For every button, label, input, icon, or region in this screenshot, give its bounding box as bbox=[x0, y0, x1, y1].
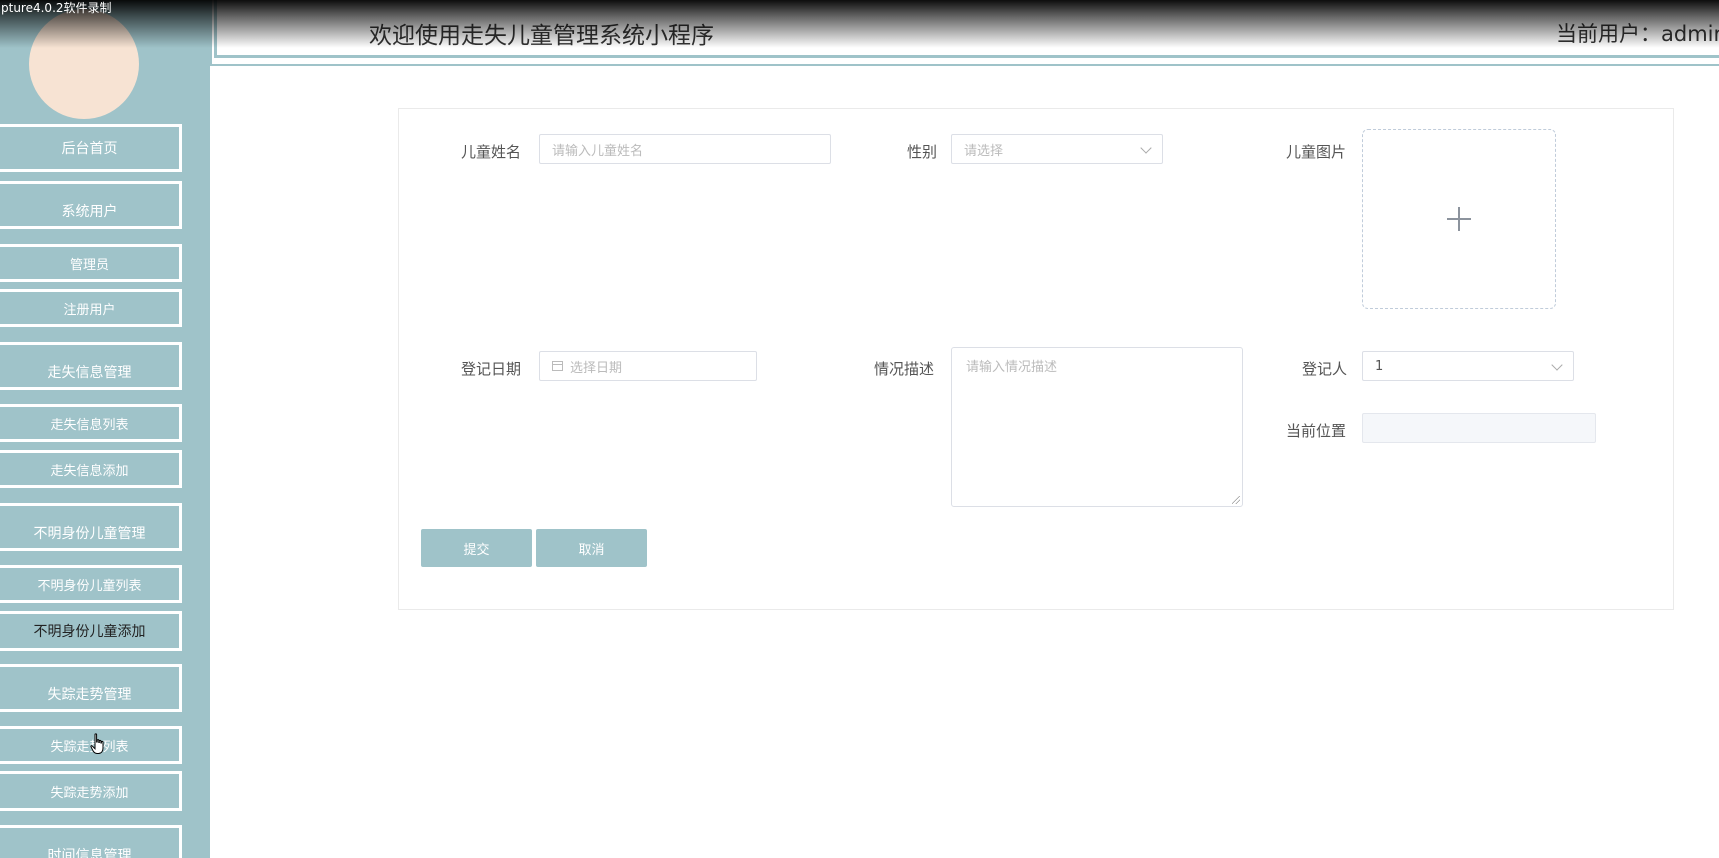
avatar bbox=[29, 9, 139, 119]
sidebar-item-trend-add[interactable]: 失踪走势添加 bbox=[0, 771, 182, 811]
resize-handle-icon[interactable] bbox=[1232, 496, 1240, 504]
register-date-placeholder: 选择日期 bbox=[570, 360, 623, 376]
description-textarea[interactable]: 请输入情况描述 bbox=[951, 347, 1243, 507]
sidebar-item-registered-users[interactable]: 注册用户 bbox=[0, 289, 182, 327]
sidebar-item-time-info-management[interactable]: 时间信息管理 bbox=[0, 825, 182, 858]
sidebar-item-missing-info-list[interactable]: 走失信息列表 bbox=[0, 404, 182, 442]
chevron-down-icon bbox=[1140, 142, 1152, 154]
sidebar: 后台首页 系统用户 管理员 注册用户 走失信息管理 走失信息列表 走失信息添加 … bbox=[0, 0, 210, 858]
sidebar-item-trend-management[interactable]: 失踪走势管理 bbox=[0, 664, 182, 712]
form-card: 儿童姓名 请输入儿童姓名 性别 请选择 儿童图片 登记日期 选择日期 情况描述 … bbox=[398, 108, 1674, 610]
cancel-button[interactable]: 取消 bbox=[536, 529, 647, 567]
sidebar-item-missing-info-management[interactable]: 走失信息管理 bbox=[0, 342, 182, 390]
header: 欢迎使用走失儿童管理系统小程序 当前用户：admin bbox=[210, 0, 1719, 66]
page-title: 欢迎使用走失儿童管理系统小程序 bbox=[369, 23, 714, 49]
sidebar-item-unknown-child-management[interactable]: 不明身份儿童管理 bbox=[0, 503, 182, 551]
calendar-icon bbox=[552, 361, 563, 371]
child-image-label: 儿童图片 bbox=[1286, 143, 1347, 161]
gender-select[interactable]: 请选择 bbox=[951, 134, 1163, 164]
registrant-value: 1 bbox=[1375, 358, 1384, 374]
child-name-input[interactable]: 请输入儿童姓名 bbox=[539, 134, 831, 164]
sidebar-item-missing-info-add[interactable]: 走失信息添加 bbox=[0, 450, 182, 488]
register-date-label: 登记日期 bbox=[461, 360, 522, 378]
current-location-label: 当前位置 bbox=[1286, 422, 1347, 440]
plus-icon bbox=[1447, 207, 1471, 231]
submit-button[interactable]: 提交 bbox=[421, 529, 532, 567]
hand-cursor-icon bbox=[90, 733, 104, 754]
registrant-label: 登记人 bbox=[1302, 360, 1348, 378]
registrant-select[interactable]: 1 bbox=[1362, 351, 1574, 381]
recorder-watermark: pture4.0.2软件录制 bbox=[1, 1, 112, 15]
gender-label: 性别 bbox=[907, 143, 938, 161]
current-location-input bbox=[1362, 413, 1596, 443]
gender-select-placeholder: 请选择 bbox=[964, 143, 1004, 159]
description-placeholder: 请输入情况描述 bbox=[966, 360, 1058, 375]
image-upload[interactable] bbox=[1362, 129, 1556, 309]
register-date-picker[interactable]: 选择日期 bbox=[539, 351, 757, 381]
sidebar-item-system-users[interactable]: 系统用户 bbox=[0, 181, 182, 229]
current-user-label: 当前用户：admin bbox=[1556, 22, 1719, 46]
sidebar-item-home[interactable]: 后台首页 bbox=[0, 124, 182, 172]
chevron-down-icon bbox=[1551, 359, 1563, 371]
sidebar-item-admin[interactable]: 管理员 bbox=[0, 244, 182, 282]
sidebar-item-unknown-child-list[interactable]: 不明身份儿童列表 bbox=[0, 565, 182, 603]
child-name-label: 儿童姓名 bbox=[461, 143, 522, 161]
description-label: 情况描述 bbox=[874, 360, 935, 378]
sidebar-item-unknown-child-add[interactable]: 不明身份儿童添加 bbox=[0, 611, 182, 651]
